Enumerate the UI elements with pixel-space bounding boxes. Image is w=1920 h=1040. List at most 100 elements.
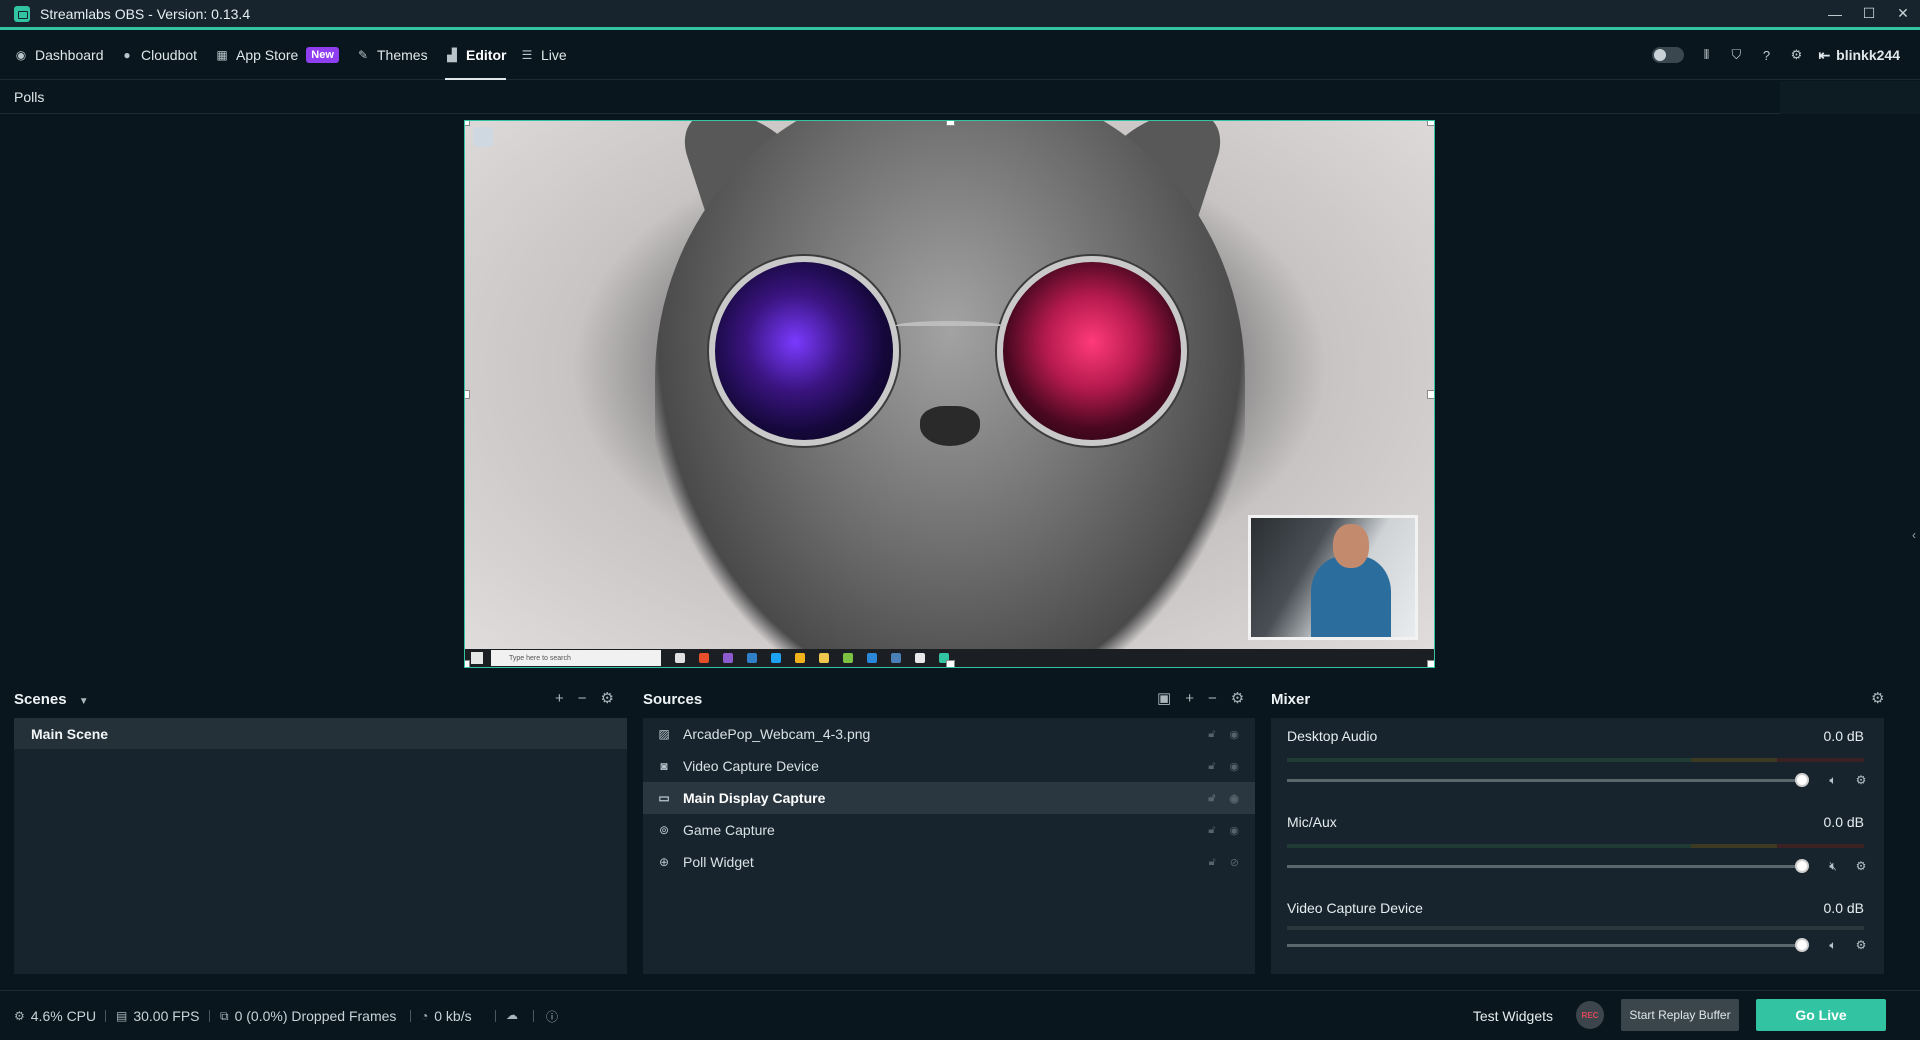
theme-toggle[interactable] (1652, 47, 1685, 63)
nav-live[interactable]: ☰ Live (520, 30, 567, 80)
close-button[interactable]: ✕ (1886, 0, 1920, 27)
nav-right-tools: ⦀ ⛉ ? ⚙ ⇤ blinkk244 (1652, 30, 1900, 80)
nav-app-store-label: App Store (236, 47, 299, 63)
cloudbot-icon: ● (123, 48, 131, 62)
start-replay-buffer-button[interactable]: Start Replay Buffer (1621, 999, 1739, 1031)
polls-bar: Polls (0, 81, 1920, 114)
resize-handle-bl[interactable] (465, 660, 470, 667)
volume-slider-knob[interactable] (1795, 773, 1809, 787)
cloud-stat[interactable]: ☁ (506, 1008, 518, 1022)
speedometer-icon: ◔ (421, 1009, 429, 1023)
collapse-chevron-left-icon[interactable]: ‹ (1912, 528, 1916, 542)
webcam-corner-highlight (1248, 515, 1268, 518)
nav-dashboard[interactable]: ◉ Dashboard (14, 30, 104, 80)
speaker-icon[interactable]: 🔈︎ (1826, 938, 1840, 952)
user-account[interactable]: ⇤ blinkk244 (1818, 47, 1900, 64)
resize-handle-r[interactable] (1427, 390, 1434, 399)
scenes-title[interactable]: Scenes ▼ (14, 691, 89, 708)
fps-value: 30.00 FPS (133, 1008, 200, 1024)
volume-slider-track[interactable] (1287, 865, 1807, 868)
divider (105, 1010, 106, 1022)
source-row-tools: 🔓︎ ◉ (1208, 792, 1239, 805)
resize-handle-tl[interactable] (465, 121, 470, 126)
info-icon: ⓘ (546, 1010, 559, 1024)
app-icon-2 (891, 653, 901, 663)
divider (410, 1010, 411, 1022)
bandwidth-stat: ◔ 0 kb/s (421, 1008, 472, 1024)
mixer-channel: Desktop Audio 0.0 dB 🔈︎ ⚙ (1271, 718, 1884, 804)
channel-settings-gear-icon[interactable]: ⚙ (1854, 938, 1868, 952)
source-label: ArcadePop_Webcam_4-3.png (683, 726, 871, 742)
divider (495, 1010, 496, 1022)
record-button[interactable]: REC (1576, 1001, 1604, 1029)
visibility-eye-icon[interactable]: ◉ (1229, 760, 1239, 773)
scenes-panel: Main Scene (14, 718, 627, 974)
speaker-muted-icon[interactable]: 🔇︎ (1826, 859, 1840, 873)
resize-handle-t[interactable] (946, 121, 955, 126)
shield-icon[interactable]: ⛉ (1728, 47, 1744, 63)
remove-source-icon[interactable]: − (1208, 690, 1217, 707)
source-label: Main Display Capture (683, 790, 826, 806)
volume-slider-knob[interactable] (1795, 938, 1809, 952)
visibility-eye-icon[interactable]: ◉ (1229, 824, 1239, 837)
volume-slider-track[interactable] (1287, 779, 1807, 782)
webcam-person-body (1311, 556, 1391, 637)
source-row[interactable]: ⊕ Poll Widget 🔓︎ ⊘ (643, 846, 1255, 878)
volume-slider-track[interactable] (1287, 944, 1807, 947)
lock-icon[interactable]: 🔓︎ (1208, 760, 1215, 773)
lock-icon[interactable]: 🔓︎ (1208, 792, 1215, 805)
volume-meter (1287, 926, 1864, 930)
scene-settings-gear-icon[interactable]: ⚙ (601, 689, 614, 707)
lock-icon[interactable]: 🔓︎ (1208, 728, 1215, 741)
visibility-eye-icon[interactable]: ◉ (1229, 728, 1239, 741)
source-label: Video Capture Device (683, 758, 819, 774)
add-scene-icon[interactable]: + (555, 690, 564, 707)
volume-meter (1287, 758, 1864, 762)
polls-label[interactable]: Polls (14, 89, 44, 105)
resize-handle-br[interactable] (1427, 660, 1434, 667)
add-source-icon[interactable]: + (1185, 690, 1194, 707)
source-row[interactable]: ▭ Main Display Capture 🔓︎ ◉ (643, 782, 1255, 814)
test-widgets-link[interactable]: Test Widgets (1473, 1008, 1553, 1024)
webcam-overlay[interactable] (1248, 515, 1418, 640)
nav-themes[interactable]: ✎ Themes (356, 30, 428, 80)
resize-handle-l[interactable] (465, 390, 470, 399)
channel-settings-gear-icon[interactable]: ⚙ (1854, 859, 1868, 873)
info-stat[interactable]: ⓘ (546, 1008, 558, 1025)
lock-icon[interactable]: 🔓︎ (1208, 824, 1215, 837)
webcam-person-head (1333, 524, 1369, 568)
help-icon[interactable]: ? (1758, 47, 1774, 63)
remove-scene-icon[interactable]: − (578, 690, 587, 707)
live-icon: ☰ (521, 48, 533, 62)
nav-dashboard-label: Dashboard (35, 47, 104, 63)
resize-handle-b[interactable] (946, 660, 955, 667)
source-settings-gear-icon[interactable]: ⚙ (1231, 689, 1244, 707)
scenes-title-label: Scenes (14, 691, 67, 708)
studio-mode-icon[interactable]: ⦀ (1698, 47, 1714, 63)
mixer-settings-gear-icon[interactable]: ⚙ (1871, 689, 1884, 707)
nav-app-store[interactable]: ▦ App Store New (215, 30, 339, 80)
resize-handle-tr[interactable] (1427, 121, 1434, 126)
channel-settings-gear-icon[interactable]: ⚙ (1854, 773, 1868, 787)
source-row[interactable]: ⊚ Game Capture 🔓︎ ◉ (643, 814, 1255, 846)
image-icon: ▨ (658, 727, 670, 741)
volume-slider-knob[interactable] (1795, 859, 1809, 873)
nav-editor[interactable]: ▟ Editor (445, 30, 507, 80)
nav-cloudbot[interactable]: ● Cloudbot (120, 30, 197, 80)
go-live-button[interactable]: Go Live (1756, 999, 1886, 1031)
source-row[interactable]: ▨ ArcadePop_Webcam_4-3.png 🔓︎ ◉ (643, 718, 1255, 750)
lock-icon[interactable]: 🔓︎ (1209, 856, 1216, 869)
visibility-eye-icon[interactable]: ◉ (1229, 792, 1239, 805)
maximize-button[interactable]: ☐ (1852, 0, 1886, 27)
minimize-button[interactable]: — (1818, 0, 1852, 27)
sources-tools: ▣ + − ⚙ (1157, 689, 1244, 708)
store-icon: ▦ (216, 48, 228, 62)
visibility-hidden-icon[interactable]: ⊘ (1230, 856, 1239, 869)
scene-item[interactable]: Main Scene (14, 718, 627, 749)
settings-gear-icon[interactable]: ⚙ (1788, 47, 1804, 63)
source-row[interactable]: ◙ Video Capture Device 🔓︎ ◉ (643, 750, 1255, 782)
stream-preview[interactable]: Type here to search (464, 120, 1435, 668)
fps-stat: ▤ 30.00 FPS (116, 1008, 200, 1024)
speaker-icon[interactable]: 🔈︎ (1826, 773, 1840, 787)
add-folder-icon[interactable]: ▣ (1157, 689, 1171, 707)
